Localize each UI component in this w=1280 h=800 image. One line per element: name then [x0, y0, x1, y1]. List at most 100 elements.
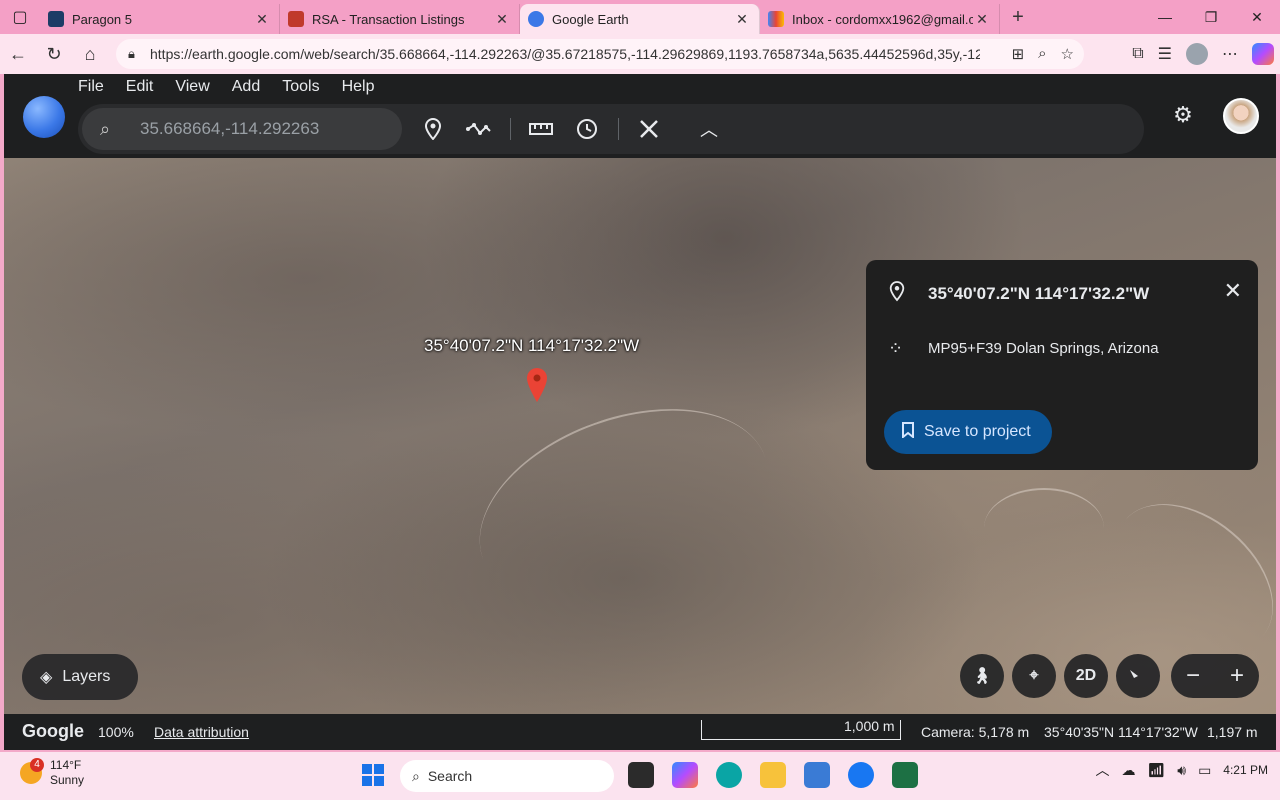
tab-actions-icon[interactable]: ▢: [0, 0, 40, 34]
close-window-icon[interactable]: ✕: [1234, 0, 1280, 34]
taskbar-search-label: Search: [427, 768, 473, 784]
google-earth-favicon-icon: [528, 11, 544, 27]
google-brand: Google: [22, 721, 84, 741]
onedrive-cloud-icon[interactable]: ☁: [1121, 762, 1135, 779]
back-icon[interactable]: ←: [0, 34, 36, 74]
menu-file[interactable]: File: [78, 78, 104, 96]
pegman-street-view-icon[interactable]: 🚶︎: [960, 654, 1004, 698]
location-pin-outline-icon: [888, 280, 928, 307]
bookmark-icon: [902, 421, 914, 443]
restore-icon[interactable]: ❐: [1188, 0, 1234, 34]
edge-browser-icon[interactable]: [716, 762, 742, 788]
placemark-label: 35°40'07.2"N 114°17'32.2"W: [424, 336, 640, 355]
draw-path-icon[interactable]: [464, 116, 494, 142]
volume-icon[interactable]: 🔊︎: [1177, 762, 1186, 779]
historical-imagery-icon[interactable]: [574, 116, 600, 142]
wifi-icon[interactable]: 📶︎: [1147, 762, 1165, 779]
close-tab-icon[interactable]: ✕: [253, 11, 271, 28]
rsa-favicon-icon: [288, 11, 304, 27]
sun-icon: 4: [20, 758, 44, 784]
search-icon: ⌕: [412, 767, 420, 784]
facebook-icon[interactable]: [848, 762, 874, 788]
layers-icon: ◈: [40, 669, 53, 686]
start-windows-icon[interactable]: [362, 764, 384, 786]
chevron-up-icon[interactable]: ︿: [696, 116, 722, 142]
zoom-controls: − +: [1171, 654, 1259, 698]
search-box[interactable]: ⌕: [82, 108, 402, 150]
tab-label: Google Earth: [552, 11, 629, 27]
close-card-icon[interactable]: ✕: [1224, 278, 1242, 304]
file-explorer-icon[interactable]: [760, 762, 786, 788]
tab-rsa[interactable]: RSA - Transaction Listings ✕: [280, 4, 520, 34]
google-earth-logo-icon[interactable]: [23, 96, 65, 138]
my-location-icon[interactable]: ⌖: [1012, 654, 1056, 698]
zoom-out-icon[interactable]: −: [1186, 662, 1200, 690]
excel-icon[interactable]: [892, 762, 918, 788]
data-attribution-link[interactable]: Data attribution: [154, 724, 249, 740]
menu-add[interactable]: Add: [232, 78, 260, 96]
plus-code-text: MP95+F39 Dolan Springs, Arizona: [928, 340, 1159, 357]
add-placemark-icon[interactable]: [420, 116, 446, 142]
close-tab-icon[interactable]: ✕: [973, 11, 991, 28]
battery-icon[interactable]: ▭: [1198, 762, 1211, 779]
scale-label: 1,000 m: [844, 718, 895, 734]
view-mode-2d-button[interactable]: 2D: [1064, 654, 1108, 698]
weather-temp: 114°F: [50, 758, 82, 772]
save-to-project-button[interactable]: Save to project: [884, 410, 1052, 454]
url-text: https://earth.google.com/web/search/35.6…: [150, 46, 980, 62]
measure-ruler-icon[interactable]: [528, 116, 554, 142]
coords-row: 35°40'07.2"N 114°17'32.2"W: [888, 280, 1149, 307]
system-tray: ︿ ☁ 📶︎ 🔊︎ ▭ 4:21 PM: [1095, 760, 1268, 780]
favorite-star-icon[interactable]: ☆: [1061, 45, 1074, 63]
more-icon[interactable]: ⋯: [1222, 44, 1238, 64]
toolbar-divider: [510, 118, 511, 140]
cursor-coords: 35°40'35"N 114°17'32"W: [1044, 724, 1198, 740]
tab-paragon[interactable]: Paragon 5 ✕: [40, 4, 280, 34]
extensions-icon[interactable]: ⧉: [1132, 45, 1143, 63]
layers-button[interactable]: ◈ Layers: [22, 654, 138, 700]
microsoft-store-icon[interactable]: [804, 762, 830, 788]
tab-gmail[interactable]: Inbox - cordomxx1962@gmail.com ✕: [760, 4, 1000, 34]
menu-tools[interactable]: Tools: [282, 78, 319, 96]
new-tab-button[interactable]: +: [1000, 6, 1036, 29]
close-tab-icon[interactable]: ✕: [733, 11, 751, 28]
search-input[interactable]: [140, 119, 390, 139]
menu-view[interactable]: View: [175, 78, 209, 96]
close-tab-icon[interactable]: ✕: [493, 11, 511, 28]
task-view-icon[interactable]: [628, 762, 654, 788]
minimize-icon[interactable]: —: [1142, 0, 1188, 34]
projects-tools-icon[interactable]: [636, 116, 662, 142]
profile-icon[interactable]: [1186, 43, 1208, 65]
compass-icon[interactable]: [1116, 654, 1160, 698]
refresh-icon[interactable]: ↻: [36, 34, 72, 74]
location-pin-icon[interactable]: [527, 368, 547, 402]
settings-gear-icon[interactable]: ⚙: [1170, 102, 1196, 128]
clock[interactable]: 4:21 PM: [1223, 763, 1268, 778]
satellite-map[interactable]: 35°40'07.2"N 114°17'32.2"W 35°40'07.2"N …: [4, 158, 1276, 714]
url-icons: ⊞ ⌕ ☆: [1012, 45, 1074, 63]
tab-google-earth[interactable]: Google Earth ✕: [520, 4, 760, 34]
chevron-up-icon[interactable]: ︿: [1095, 760, 1109, 780]
menu-help[interactable]: Help: [342, 78, 375, 96]
account-avatar[interactable]: [1223, 98, 1259, 134]
zoom-percent: 100%: [98, 724, 134, 740]
lock-icon[interactable]: 🔒︎: [128, 46, 150, 62]
taskbar-search[interactable]: ⌕ Search: [400, 760, 614, 792]
home-icon[interactable]: ⌂: [72, 34, 108, 74]
app-available-icon[interactable]: ⊞: [1012, 45, 1025, 63]
zoom-in-icon[interactable]: +: [1230, 662, 1244, 690]
gmail-favicon-icon: [768, 11, 784, 27]
copilot-icon[interactable]: [1252, 43, 1274, 65]
search-icon[interactable]: ⌕: [100, 119, 140, 140]
map-road: [452, 372, 796, 644]
search-toolbar: ⌕ ︿: [78, 104, 1144, 154]
weather-widget[interactable]: 4 114°F Sunny: [20, 758, 84, 788]
menu-edit[interactable]: Edit: [126, 78, 154, 96]
zoom-icon[interactable]: ⌕: [1038, 45, 1046, 63]
favorites-icon[interactable]: ☰: [1158, 44, 1172, 64]
window-controls: — ❐ ✕: [1142, 0, 1280, 34]
weather-badge: 4: [30, 758, 44, 772]
url-field[interactable]: 🔒︎ https://earth.google.com/web/search/3…: [116, 39, 1084, 69]
copilot-app-icon[interactable]: [672, 762, 698, 788]
browser-toolbar: ⧉ ☰ ⋯: [1132, 34, 1274, 74]
